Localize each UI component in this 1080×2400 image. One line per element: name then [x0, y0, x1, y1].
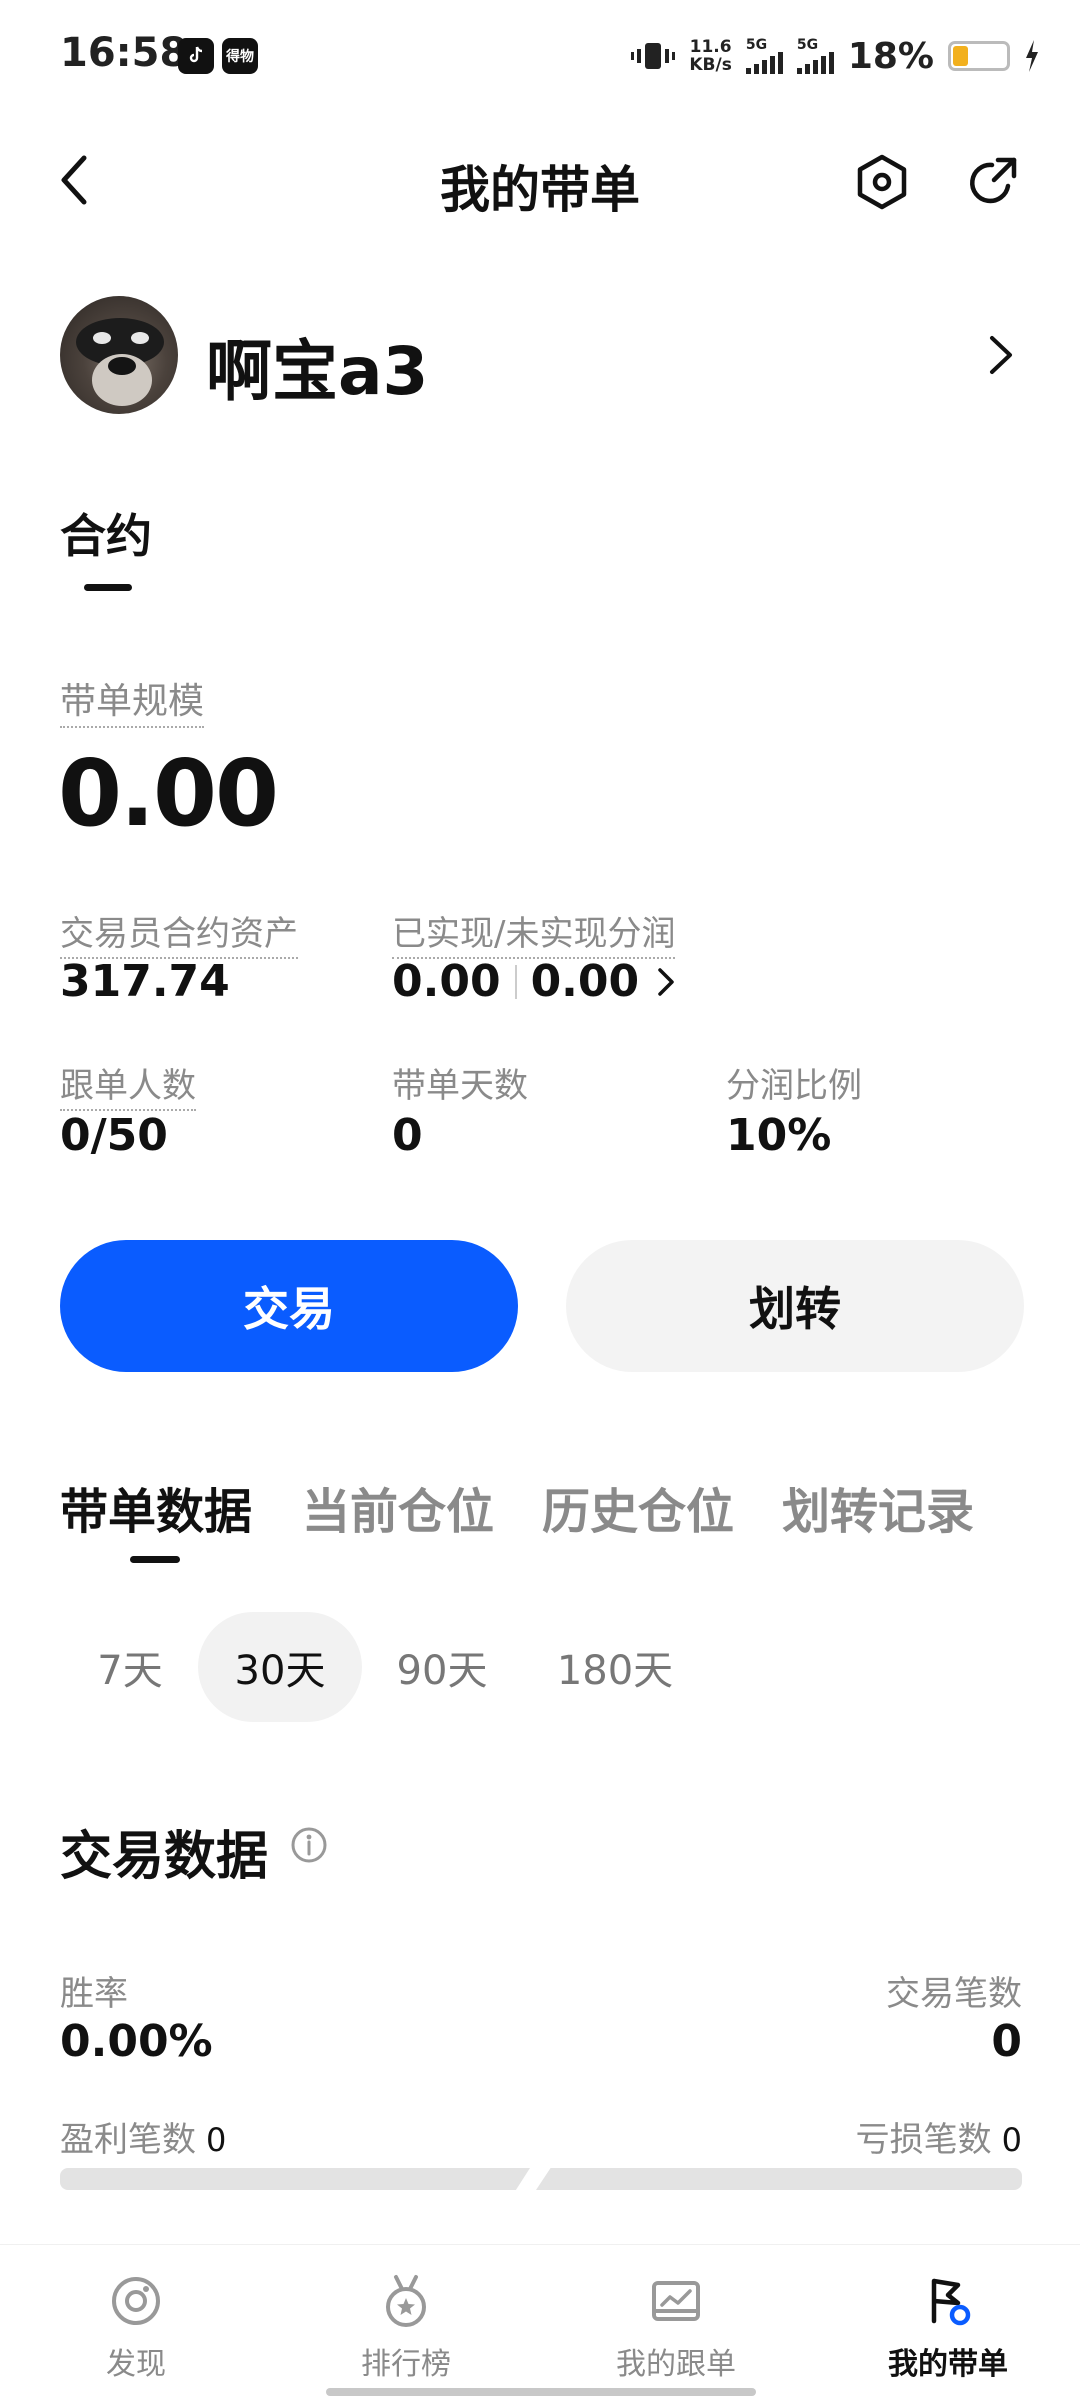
tab-contract-indicator [84, 584, 132, 591]
charging-icon [1026, 40, 1038, 72]
trades-value: 0 [991, 2016, 1022, 2067]
period-90d[interactable]: 90天 [372, 1612, 512, 1722]
medal-icon [386, 2275, 426, 2327]
days-label: 带单天数 [392, 1066, 528, 1106]
nav-discover-label: 发现 [106, 2347, 166, 2382]
discover-icon [112, 2277, 160, 2325]
battery-icon [948, 41, 1010, 71]
loss-bar [536, 2168, 1022, 2190]
realized-value: 0.00 [392, 956, 501, 1007]
assets-label[interactable]: 交易员合约资产 [60, 906, 298, 959]
win-rate-value: 0.00% [60, 2016, 213, 2067]
nav-leaderboard[interactable]: 排行榜 [306, 2273, 506, 2383]
nav-my-copy[interactable]: 我的跟单 [576, 2273, 776, 2383]
page-title: 我的带单 [440, 161, 640, 219]
scale-label[interactable]: 带单规模 [60, 672, 205, 728]
chart-tray-icon [652, 2281, 700, 2321]
signal-sim1: 5G [745, 38, 783, 74]
pnl-values[interactable]: 0.00 0.00 [392, 956, 679, 1007]
status-time: 16:58 [60, 30, 188, 76]
trades-label: 交易笔数 [886, 1974, 1022, 2014]
signal-sim2: 5G [796, 38, 834, 74]
tab-current-positions[interactable]: 当前仓位 [302, 1472, 494, 1542]
trade-button[interactable]: 交易 [60, 1240, 518, 1372]
dewu-app-icon: 得物 [222, 38, 258, 74]
pnl-label[interactable]: 已实现/未实现分润 [392, 906, 676, 959]
home-indicator[interactable] [326, 2388, 756, 2396]
unrealized-value: 0.00 [530, 956, 640, 1007]
hexagon-settings-icon[interactable] [852, 152, 912, 212]
transfer-button[interactable]: 划转 [566, 1240, 1024, 1372]
win-rate-label: 胜率 [60, 1974, 128, 2014]
profit-value: 0 [206, 2121, 227, 2159]
avatar[interactable] [60, 296, 178, 414]
loss-count: 亏损笔数 0 [856, 2112, 1022, 2161]
vibrate-icon [631, 43, 676, 69]
share-icon[interactable] [962, 152, 1024, 214]
tab-history-positions[interactable]: 历史仓位 [542, 1472, 734, 1542]
scale-value: 0.00 [58, 740, 279, 847]
nav-my-lead[interactable]: 我的带单 [848, 2273, 1048, 2383]
profit-bar [60, 2168, 530, 2190]
followers-label[interactable]: 跟单人数 [60, 1058, 196, 1111]
days-value: 0 [392, 1110, 423, 1161]
profit-count: 盈利笔数 0 [60, 2112, 226, 2161]
battery-percent: 18% [847, 35, 934, 77]
assets-value: 317.74 [60, 956, 230, 1007]
period-180d[interactable]: 180天 [540, 1612, 690, 1722]
flag-icon [931, 2278, 971, 2326]
tab-transfer-records[interactable]: 划转记录 [782, 1472, 974, 1542]
tab-copy-data[interactable]: 带单数据 [60, 1472, 252, 1542]
tab-copy-data-indicator [130, 1556, 180, 1563]
nav-leaderboard-label: 排行榜 [361, 2347, 451, 2382]
status-indicators: 11.6 KB/s 5G 5G 18% [631, 32, 1040, 80]
trade-data-title: 交易数据 [60, 1827, 269, 1887]
username[interactable]: 啊宝a3 [206, 318, 428, 414]
profit-label: 盈利笔数 [60, 2120, 196, 2160]
loss-value: 0 [1001, 2121, 1022, 2159]
period-30d[interactable]: 30天 [198, 1612, 362, 1722]
nav-my-lead-label: 我的带单 [888, 2347, 1008, 2382]
nav-discover[interactable]: 发现 [36, 2273, 236, 2383]
pnl-divider [514, 964, 517, 999]
nav-my-copy-label: 我的跟单 [616, 2347, 736, 2382]
loss-label: 亏损笔数 [855, 2120, 992, 2160]
net-speed: 11.6 KB/s [689, 37, 732, 75]
chevron-right-icon[interactable] [980, 330, 1020, 380]
share-ratio-label: 分润比例 [726, 1066, 862, 1106]
chevron-right-icon[interactable] [653, 964, 679, 1000]
bottom-nav: 发现 排行榜 我的跟单 我的带单 [0, 2244, 1080, 2400]
followers-value: 0/50 [60, 1110, 168, 1161]
period-7d[interactable]: 7天 [72, 1612, 188, 1722]
tiktok-icon [178, 38, 214, 74]
info-icon[interactable] [290, 1826, 328, 1864]
tab-contract[interactable]: 合约 [60, 500, 152, 566]
share-ratio-value: 10% [726, 1110, 832, 1161]
